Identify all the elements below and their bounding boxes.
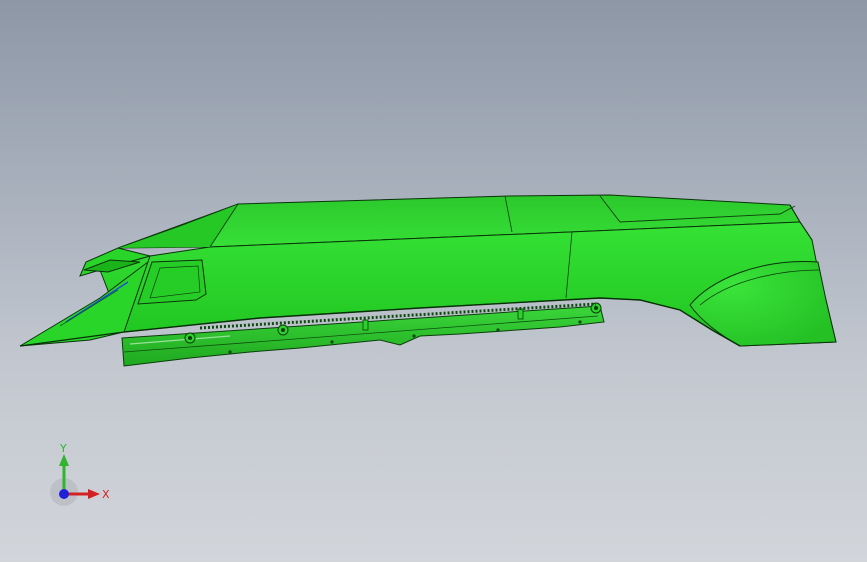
coordinate-triad: Y X [50,442,110,506]
y-axis-label: Y [59,442,67,455]
x-axis-label: X [102,488,110,501]
graphics-viewport[interactable]: Y X [0,0,867,562]
z-axis-dot [59,489,69,499]
3d-part-model[interactable] [0,0,867,562]
